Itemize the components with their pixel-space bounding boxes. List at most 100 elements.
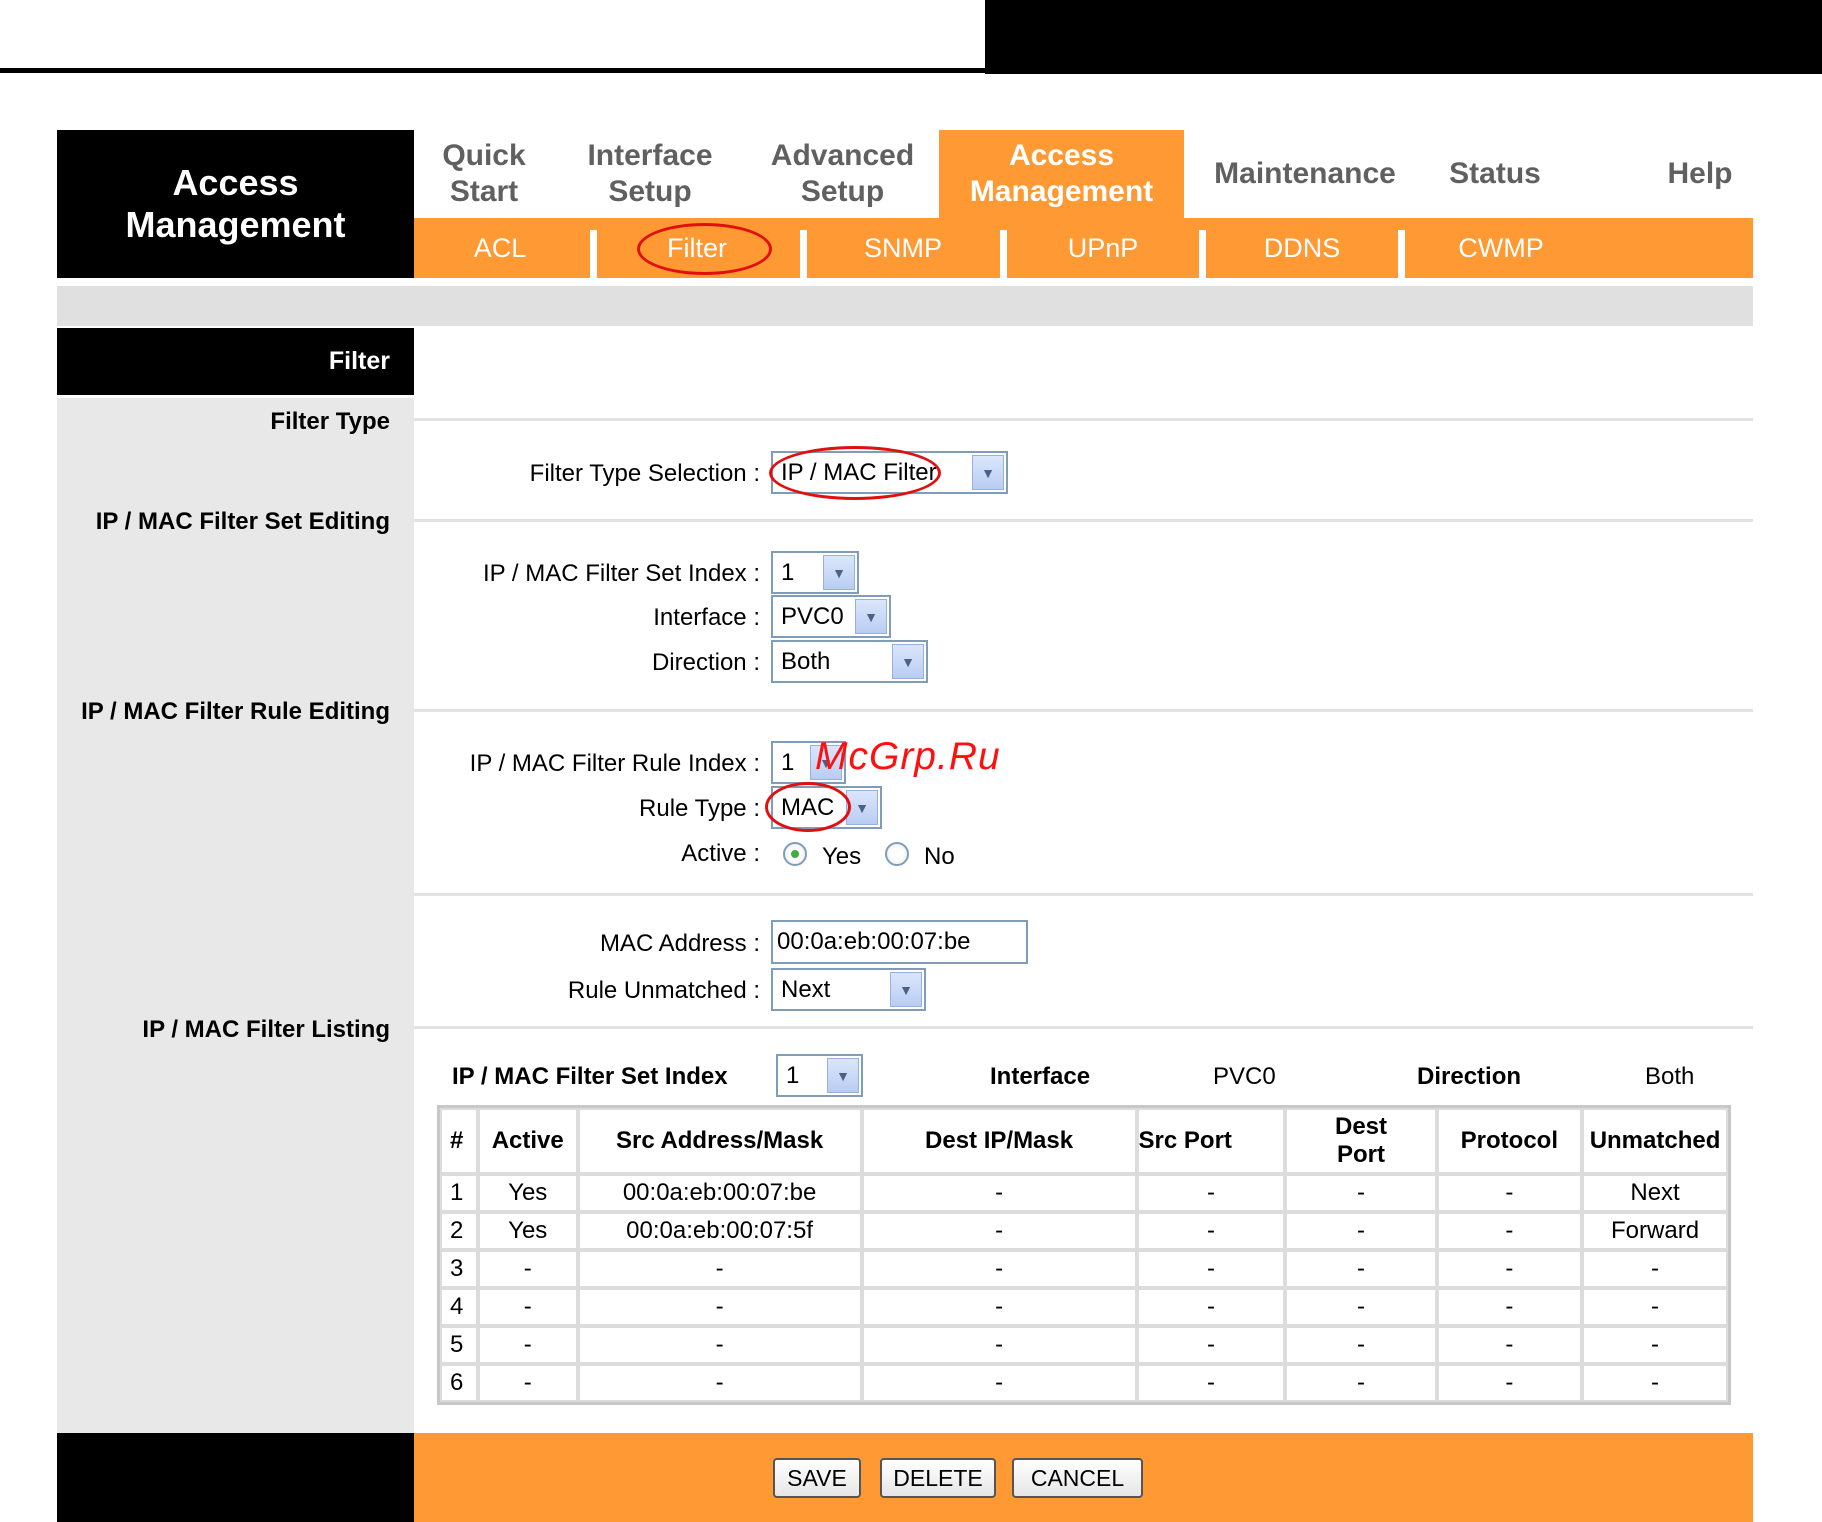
- chevron-down-icon: ▼: [823, 555, 855, 590]
- tab-help[interactable]: Help: [1640, 130, 1760, 218]
- interface-select[interactable]: PVC0 ▼: [771, 595, 891, 638]
- annotation-circle: [769, 446, 941, 500]
- tab-access-management[interactable]: Access Management: [939, 130, 1184, 218]
- subtab-separator: [1000, 230, 1007, 278]
- tab-quick-start[interactable]: Quick Start: [414, 130, 554, 218]
- table-cell: -: [1436, 1288, 1583, 1326]
- set-index-select[interactable]: 1 ▼: [771, 551, 859, 594]
- interface-label: Interface :: [653, 604, 760, 631]
- delete-button[interactable]: DELETE: [880, 1458, 996, 1498]
- subtab-acl[interactable]: ACL: [414, 218, 586, 278]
- tab-label: Interface Setup: [587, 139, 713, 208]
- active-label: Active :: [681, 840, 760, 867]
- tab-advanced-setup[interactable]: Advanced Setup: [750, 130, 935, 218]
- active-no-radio[interactable]: [885, 842, 909, 866]
- page-title-text: Filter: [328, 347, 390, 375]
- listing-set-index-select[interactable]: 1 ▼: [776, 1054, 863, 1097]
- save-button[interactable]: SAVE: [773, 1458, 861, 1498]
- table-cell: 6: [440, 1364, 478, 1402]
- table-row: 4-------: [440, 1288, 1728, 1326]
- footer-left: [57, 1433, 414, 1522]
- rule-type-label: Rule Type :: [639, 795, 760, 822]
- table-cell: Yes: [477, 1212, 578, 1250]
- subtab-snmp[interactable]: SNMP: [807, 218, 999, 278]
- chevron-down-icon: ▼: [827, 1058, 859, 1093]
- mac-address-input[interactable]: 00:0a:eb:00:07:be: [771, 920, 1028, 964]
- chevron-down-icon: ▼: [855, 599, 887, 634]
- table-cell: -: [477, 1288, 578, 1326]
- table-cell: -: [477, 1364, 578, 1402]
- table-row: 5-------: [440, 1326, 1728, 1364]
- filter-listing-table: # Active Src Address/Mask Dest IP/Mask S…: [437, 1105, 1731, 1405]
- rule-index-label: IP / MAC Filter Rule Index :: [469, 750, 760, 777]
- table-row: 2 Yes 00:0a:eb:00:07:5f - - - - Forward: [440, 1212, 1728, 1250]
- table-cell: -: [861, 1250, 1137, 1288]
- section-label-filter-type: Filter Type: [270, 408, 390, 435]
- rule-unmatched-select[interactable]: Next ▼: [771, 968, 926, 1011]
- table-cell: -: [1136, 1364, 1286, 1402]
- table-cell: 1: [440, 1174, 478, 1212]
- direction-select[interactable]: Both ▼: [771, 640, 928, 683]
- mac-address-label: MAC Address :: [599, 930, 760, 957]
- rule-unmatched-label: Rule Unmatched :: [567, 977, 760, 1004]
- table-cell: -: [477, 1250, 578, 1288]
- table-cell: 2: [440, 1212, 478, 1250]
- select-value: 1: [786, 1061, 800, 1089]
- table-cell: -: [861, 1364, 1137, 1402]
- active-no-label: No: [924, 843, 955, 870]
- input-value: 00:0a:eb:00:07:be: [777, 928, 971, 955]
- watermark: McGrp.Ru: [815, 735, 1001, 778]
- subtab-label: SNMP: [863, 232, 942, 263]
- table-cell: Next: [1582, 1174, 1728, 1212]
- table-cell: -: [861, 1326, 1137, 1364]
- table-cell: Yes: [477, 1174, 578, 1212]
- table-cell: -: [1436, 1326, 1583, 1364]
- tab-label: Access Management: [969, 139, 1154, 208]
- section-divider: [414, 709, 1753, 712]
- chevron-down-icon: ▼: [890, 972, 922, 1007]
- subtab-label: ACL: [473, 232, 527, 263]
- subtab-ddns[interactable]: DDNS: [1206, 218, 1398, 278]
- select-value: 1: [781, 748, 795, 776]
- select-value: Both: [781, 647, 831, 675]
- table-cell: -: [577, 1288, 862, 1326]
- select-value: PVC0: [781, 602, 844, 630]
- chevron-down-icon: ▼: [892, 644, 924, 679]
- table-cell: -: [1285, 1250, 1437, 1288]
- subtab-separator: [1199, 230, 1206, 278]
- table-cell: Forward: [1582, 1212, 1728, 1250]
- subtab-cwmp[interactable]: CWMP: [1405, 218, 1597, 278]
- section-label-set-editing: IP / MAC Filter Set Editing: [95, 508, 390, 535]
- table-cell: -: [1136, 1174, 1286, 1212]
- tab-label: Quick Start: [442, 139, 526, 208]
- listing-interface-value: PVC0: [1213, 1063, 1276, 1090]
- column-header-text: Dest Port: [1335, 1113, 1388, 1168]
- left-panel: [57, 398, 414, 1433]
- table-row: 6-------: [440, 1364, 1728, 1402]
- table-cell: -: [861, 1174, 1137, 1212]
- table-cell: -: [1285, 1288, 1437, 1326]
- active-yes-label: Yes: [822, 843, 862, 870]
- column-header: Src Port: [1136, 1108, 1286, 1174]
- tab-status[interactable]: Status: [1430, 130, 1560, 218]
- table-cell: -: [1582, 1326, 1728, 1364]
- tab-maintenance[interactable]: Maintenance: [1200, 130, 1410, 218]
- subtab-separator: [800, 230, 807, 278]
- table-row: 1 Yes 00:0a:eb:00:07:be - - - - Next: [440, 1174, 1728, 1212]
- subtab-upnp[interactable]: UPnP: [1007, 218, 1199, 278]
- listing-interface-label: Interface: [990, 1063, 1091, 1090]
- annotation-circle: [765, 782, 851, 832]
- active-yes-radio[interactable]: [783, 842, 807, 866]
- cancel-button[interactable]: CANCEL: [1012, 1458, 1143, 1498]
- table-cell: -: [861, 1288, 1137, 1326]
- annotation-circle: [637, 223, 772, 275]
- column-header: Src Address/Mask: [577, 1108, 862, 1174]
- column-header: #: [440, 1108, 478, 1174]
- subtab-label: CWMP: [1458, 232, 1544, 263]
- tab-interface-setup[interactable]: Interface Setup: [560, 130, 740, 218]
- select-value: Next: [781, 975, 831, 1003]
- table-cell: -: [1136, 1326, 1286, 1364]
- table-row: 3-------: [440, 1250, 1728, 1288]
- table-cell: -: [1285, 1174, 1437, 1212]
- table-cell: -: [1582, 1364, 1728, 1402]
